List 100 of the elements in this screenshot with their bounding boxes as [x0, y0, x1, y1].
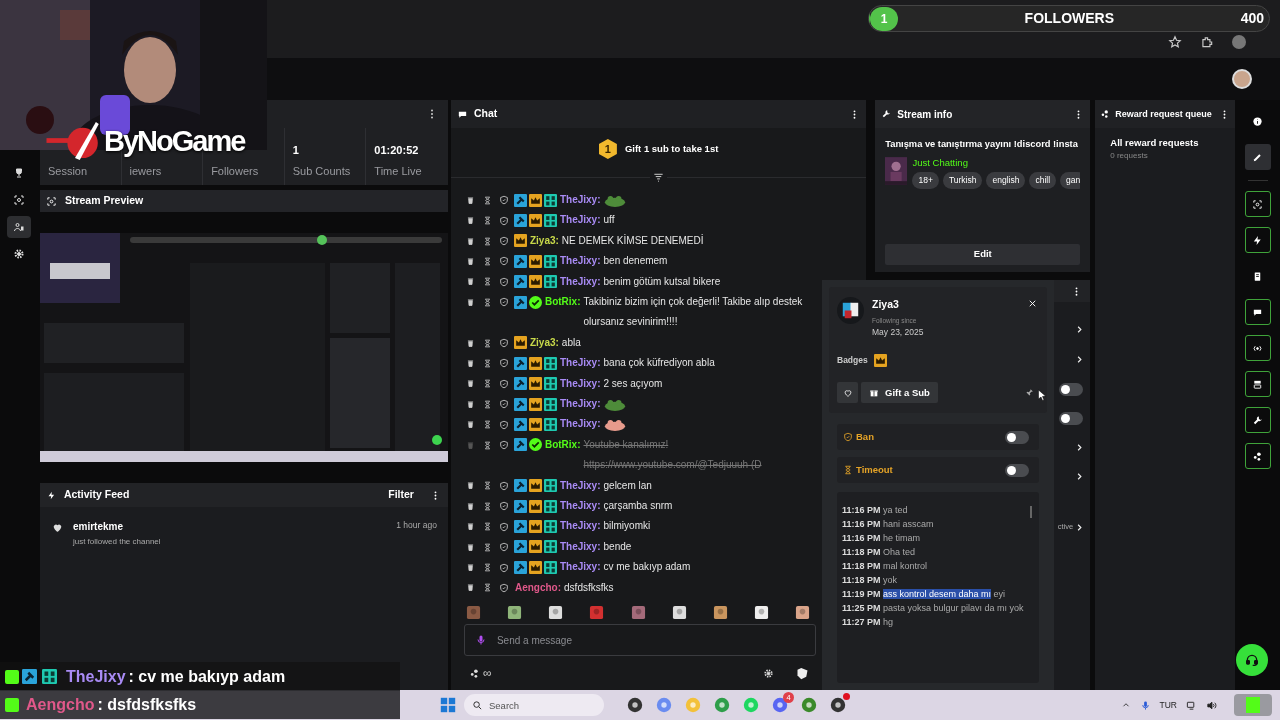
network-icon[interactable] — [1186, 699, 1197, 711]
ban-icon[interactable] — [498, 501, 509, 512]
timeout-icon[interactable] — [482, 379, 492, 389]
ban-icon[interactable] — [498, 256, 509, 267]
chat-username[interactable]: TheJixy: — [559, 210, 601, 231]
timeout-icon[interactable] — [482, 297, 492, 307]
message-input[interactable]: Send a message — [496, 625, 806, 655]
timeout-icon[interactable] — [482, 501, 492, 511]
ban-icon[interactable] — [498, 440, 509, 451]
delete-icon[interactable] — [465, 277, 475, 287]
timeout-icon[interactable] — [482, 542, 492, 552]
ban-icon[interactable] — [498, 358, 509, 369]
nav-button[interactable] — [6, 216, 31, 238]
rail-button[interactable] — [1244, 144, 1271, 170]
search-box[interactable]: Search — [464, 694, 604, 716]
minecraft-icon[interactable] — [800, 696, 818, 714]
task-view-icon[interactable] — [626, 696, 644, 714]
emote-icon[interactable] — [795, 604, 811, 620]
toggle-switch[interactable] — [1059, 411, 1084, 425]
category-link[interactable]: Just Chatting — [912, 155, 1081, 171]
ban-icon[interactable] — [498, 276, 509, 287]
emote-icon[interactable] — [507, 604, 523, 620]
timeout-icon[interactable] — [482, 359, 492, 368]
obs-icon[interactable] — [829, 696, 847, 714]
delete-icon[interactable] — [465, 399, 475, 409]
rail-button[interactable] — [1244, 335, 1271, 361]
toggle-switch[interactable] — [1005, 463, 1029, 477]
delete-icon[interactable] — [465, 216, 475, 226]
chat-username[interactable]: Ziya3: — [529, 230, 559, 252]
timeout-icon[interactable] — [482, 522, 492, 532]
timeout-icon[interactable] — [482, 420, 492, 430]
ban-icon[interactable] — [498, 582, 509, 593]
tag[interactable]: chill — [1029, 172, 1057, 189]
timeout-icon[interactable] — [482, 277, 492, 287]
chat-username[interactable]: TheJixy: — [559, 516, 601, 537]
delete-icon[interactable] — [465, 236, 475, 246]
search-field[interactable]: Search — [489, 694, 579, 716]
chat-username[interactable]: TheJixy: — [559, 557, 601, 578]
delete-icon[interactable] — [465, 481, 475, 491]
timeout-icon[interactable] — [482, 481, 492, 491]
delete-icon[interactable] — [465, 359, 475, 368]
emote-icon[interactable] — [712, 604, 728, 620]
timeout-icon[interactable] — [482, 195, 492, 205]
emote-icon[interactable] — [754, 604, 770, 620]
ban-icon[interactable] — [498, 195, 509, 206]
volume-icon[interactable] — [1206, 699, 1217, 711]
rail-button[interactable] — [1244, 407, 1271, 433]
rail-button[interactable] — [1244, 227, 1271, 253]
timeout-icon[interactable] — [482, 216, 492, 226]
chat-username[interactable]: BotRix: — [544, 291, 581, 313]
avatar[interactable] — [837, 297, 864, 324]
rail-button[interactable] — [1244, 299, 1271, 325]
delete-icon[interactable] — [465, 583, 475, 593]
chat-username[interactable]: TheJixy: — [559, 189, 601, 211]
rail-button[interactable] — [1244, 443, 1271, 469]
chat-username[interactable]: TheJixy: — [559, 373, 601, 394]
mic-icon[interactable] — [1139, 699, 1151, 711]
windows-icon[interactable] — [440, 697, 456, 713]
tag[interactable]: Turkish — [942, 172, 983, 189]
delete-icon[interactable] — [465, 256, 475, 266]
chat-username[interactable]: BotRix: — [544, 434, 581, 456]
timeout-icon[interactable] — [482, 399, 492, 409]
rail-button[interactable] — [1244, 191, 1271, 217]
discord-icon[interactable] — [771, 696, 789, 714]
ban-icon[interactable] — [498, 297, 509, 308]
delete-icon[interactable] — [465, 338, 475, 348]
chat-username[interactable]: TheJixy: — [559, 353, 601, 374]
ban-icon[interactable] — [498, 338, 509, 349]
chat-username[interactable]: Aengcho: — [514, 577, 562, 598]
emote-icon[interactable] — [548, 604, 564, 620]
timeout-icon[interactable] — [482, 236, 492, 246]
ban-icon[interactable] — [498, 419, 509, 430]
ban-icon[interactable] — [498, 215, 509, 226]
timeout-icon[interactable] — [482, 256, 492, 266]
chat-username[interactable]: TheJixy: — [559, 475, 601, 496]
toggle-switch[interactable] — [1059, 382, 1084, 396]
timeout-icon[interactable] — [482, 338, 492, 348]
ban-icon[interactable] — [498, 562, 509, 573]
extensions-icon[interactable] — [1200, 35, 1214, 49]
follow-button[interactable] — [837, 382, 858, 404]
scroll-down-icon[interactable] — [653, 171, 665, 183]
pin-icon[interactable] — [1025, 388, 1034, 398]
rail-button[interactable] — [1244, 371, 1271, 397]
support-button[interactable] — [1236, 644, 1268, 676]
edit-button[interactable]: Edit — [885, 243, 1081, 265]
star-icon[interactable] — [1168, 35, 1182, 49]
delete-icon[interactable] — [465, 522, 475, 532]
chat-username[interactable]: TheJixy: — [559, 536, 601, 558]
ban-icon[interactable] — [498, 521, 509, 532]
ban-icon[interactable] — [498, 399, 509, 410]
timeout-icon[interactable] — [482, 563, 492, 573]
delete-icon[interactable] — [465, 379, 475, 389]
timeout-icon[interactable] — [482, 583, 492, 593]
chat-username[interactable]: Ziya3: — [529, 332, 559, 354]
delete-icon[interactable] — [465, 563, 475, 573]
delete-icon[interactable] — [465, 297, 475, 307]
chat-username[interactable]: TheJixy: — [559, 251, 601, 272]
chat-username[interactable]: TheJixy: — [559, 393, 601, 415]
toggle-switch[interactable] — [1005, 430, 1029, 444]
language-indicator[interactable]: TUR — [1159, 698, 1177, 712]
